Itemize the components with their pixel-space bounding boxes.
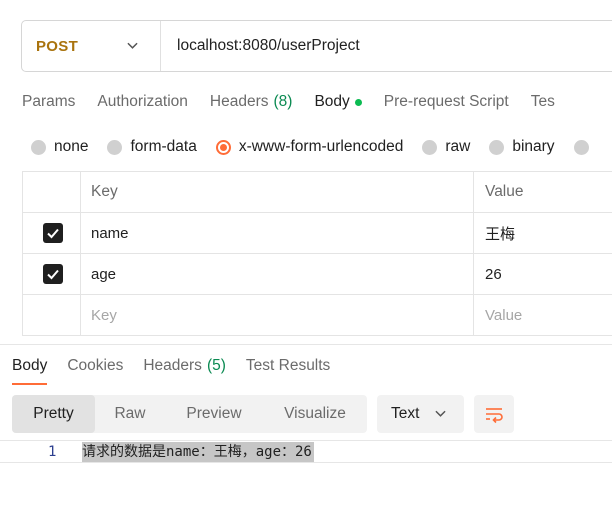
table-row: age 26 <box>22 253 612 295</box>
tab-label: Pre-request Script <box>383 93 509 110</box>
method-select[interactable]: POST <box>22 21 161 71</box>
radio-label: binary <box>512 138 555 155</box>
tab-label: Tes <box>530 93 555 110</box>
request-url-bar: POST <box>21 20 612 72</box>
format-select[interactable]: Text <box>377 395 464 433</box>
radio-circle <box>107 139 123 155</box>
view-visualize-button[interactable]: Visualize <box>263 395 367 433</box>
value-cell[interactable]: 26 <box>473 253 612 295</box>
tab-label: Authorization <box>97 93 188 110</box>
key-cell[interactable]: age <box>80 253 474 295</box>
row-checkbox[interactable] <box>43 264 63 284</box>
headers-count-badge: (5) <box>206 357 226 374</box>
response-body-editor[interactable]: 1 请求的数据是name：王梅，age：26 <box>0 440 612 463</box>
params-table: Key Value name 王梅 age 26 Key Value <box>22 171 612 336</box>
response-tab-cookies[interactable]: Cookies <box>67 355 123 377</box>
table-header-row: Key Value <box>22 171 612 213</box>
tab-label: Headers <box>143 357 202 374</box>
table-row-empty: Key Value <box>22 294 612 336</box>
check-cell <box>22 253 81 295</box>
body-indicator-dot <box>354 98 362 106</box>
radio-circle <box>489 139 505 155</box>
body-type-radios: none form-data x-www-form-urlencoded raw… <box>31 136 612 158</box>
radio-binary[interactable]: binary <box>489 138 555 156</box>
header-check-cell <box>22 171 81 213</box>
tab-label: Body <box>12 357 48 374</box>
radio-circle-checked <box>215 139 231 155</box>
tab-pre-request-script[interactable]: Pre-request Script <box>384 90 509 114</box>
wrap-lines-button[interactable] <box>474 395 514 433</box>
key-placeholder[interactable]: Key <box>80 294 474 336</box>
header-key: Key <box>80 171 474 213</box>
radio-label: form-data <box>130 138 197 155</box>
value-cell[interactable]: 王梅 <box>473 212 612 254</box>
radio-graphql[interactable] <box>573 139 597 155</box>
tab-tests[interactable]: Tes <box>531 90 555 114</box>
section-divider <box>0 344 612 345</box>
header-value: Value <box>473 171 612 213</box>
check-cell <box>22 294 81 336</box>
key-cell[interactable]: name <box>80 212 474 254</box>
view-raw-button[interactable]: Raw <box>95 395 165 433</box>
table-row: name 王梅 <box>22 212 612 254</box>
headers-count-badge: (8) <box>273 93 293 110</box>
response-tabs: Body Cookies Headers (5) Test Results <box>12 355 350 385</box>
request-tabs: Params Authorization Headers (8) Body Pre… <box>22 90 577 114</box>
tab-label: Cookies <box>67 357 124 374</box>
view-mode-group: Pretty Raw Preview Visualize <box>12 395 367 433</box>
response-tab-body[interactable]: Body <box>12 355 48 385</box>
radio-none[interactable]: none <box>31 138 88 156</box>
radio-form-data[interactable]: form-data <box>107 138 197 156</box>
method-label: POST <box>36 37 79 55</box>
row-checkbox[interactable] <box>43 223 63 243</box>
checkmark-icon <box>47 269 59 280</box>
chevron-down-icon <box>435 410 446 417</box>
response-tab-test-results[interactable]: Test Results <box>246 355 330 377</box>
radio-circle <box>422 139 438 155</box>
tab-label: Params <box>22 93 76 110</box>
radio-label: none <box>54 138 89 155</box>
radio-label: x-www-form-urlencoded <box>238 138 404 155</box>
tab-authorization[interactable]: Authorization <box>97 90 187 114</box>
tab-body[interactable]: Body <box>314 90 362 114</box>
line-number: 1 <box>48 444 57 460</box>
radio-x-www-form-urlencoded[interactable]: x-www-form-urlencoded <box>215 138 404 156</box>
tab-label: Headers <box>209 93 269 110</box>
radio-circle <box>31 139 46 155</box>
tab-label: Test Results <box>245 357 331 374</box>
wrap-lines-icon <box>486 408 503 424</box>
checkmark-icon <box>47 228 59 239</box>
tab-params[interactable]: Params <box>22 90 75 114</box>
url-input[interactable] <box>161 21 612 71</box>
check-cell <box>22 212 81 254</box>
value-placeholder[interactable]: Value <box>473 294 612 336</box>
format-label: Text <box>391 405 420 422</box>
radio-label: raw <box>445 138 471 155</box>
radio-circle <box>573 139 589 155</box>
tab-label: Body <box>314 93 350 110</box>
response-text: 请求的数据是name：王梅，age：26 <box>82 442 314 462</box>
chevron-down-icon <box>127 42 138 49</box>
radio-raw[interactable]: raw <box>422 138 470 156</box>
view-pretty-button[interactable]: Pretty <box>12 395 95 433</box>
tab-headers[interactable]: Headers (8) <box>210 90 293 114</box>
view-preview-button[interactable]: Preview <box>165 395 263 433</box>
response-tab-headers[interactable]: Headers (5) <box>143 355 226 377</box>
